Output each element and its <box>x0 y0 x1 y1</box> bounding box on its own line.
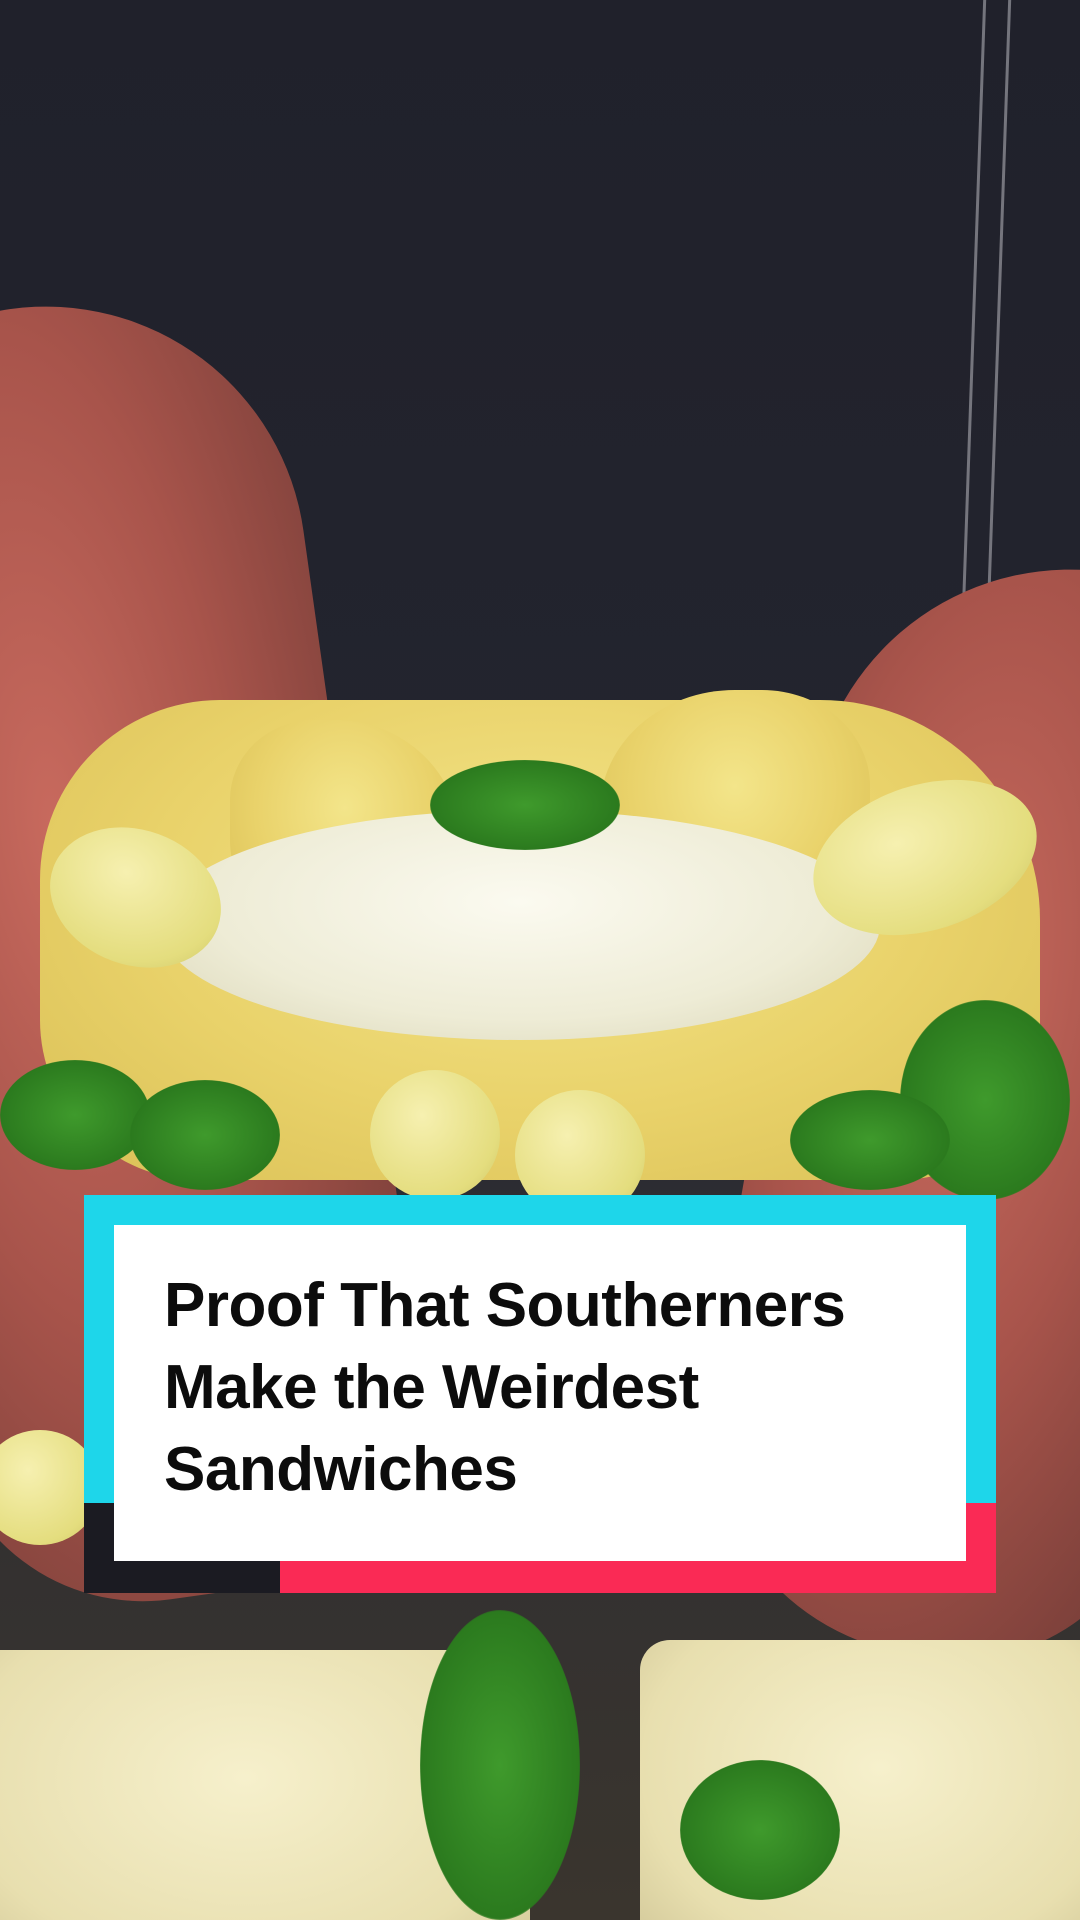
video-title-line-1: Proof That Southerners <box>164 1271 846 1340</box>
fingernail <box>370 1070 500 1200</box>
video-title-line-2: Make the Weirdest <box>164 1353 699 1422</box>
herb-garnish <box>0 1060 150 1170</box>
herb-garnish <box>130 1080 280 1190</box>
herb-garnish <box>420 1610 580 1920</box>
herb-garnish <box>430 760 620 850</box>
herb-garnish <box>790 1090 950 1190</box>
title-card: Proof That Southerners Make the Weirdest… <box>84 1195 996 1593</box>
herb-garnish <box>680 1760 840 1900</box>
shirt-stripe <box>960 0 1012 640</box>
video-frame[interactable]: Proof That Southerners Make the Weirdest… <box>0 0 1080 1920</box>
video-title-line-3: Sandwiches <box>164 1435 518 1504</box>
video-title: Proof That Southerners Make the Weirdest… <box>164 1265 934 1511</box>
